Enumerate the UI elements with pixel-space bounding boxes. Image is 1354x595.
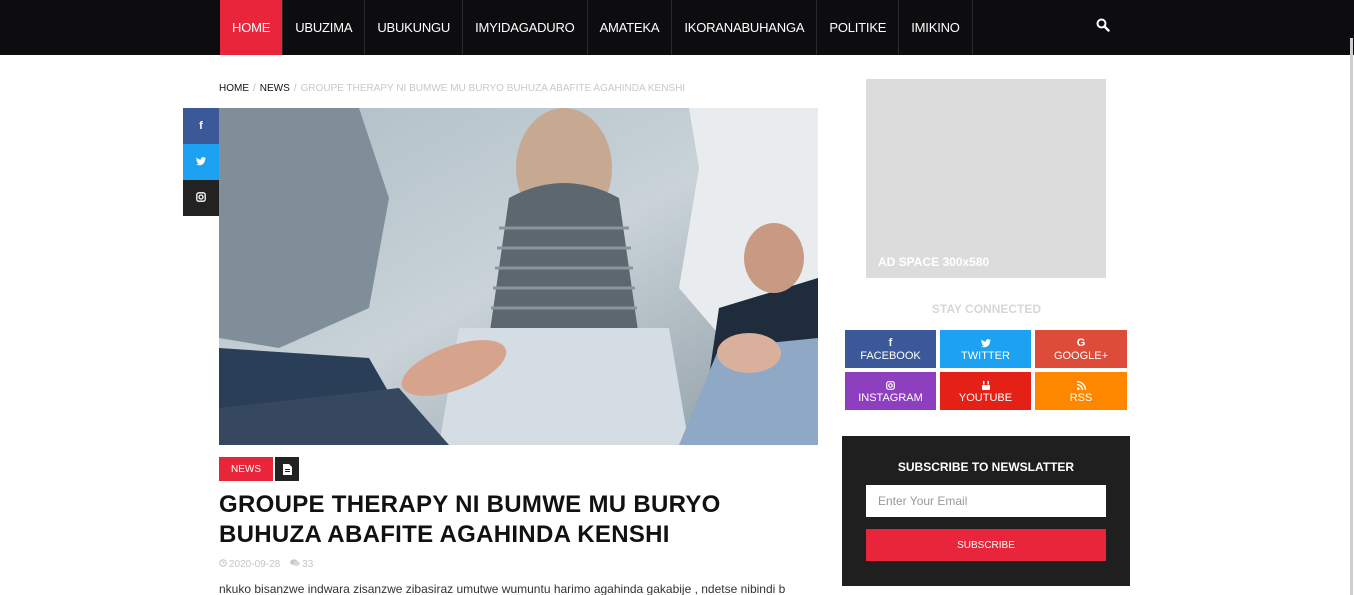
google-plus-icon: G [1076, 337, 1086, 349]
social-label: TWITTER [961, 349, 1010, 362]
social-google-plus-button[interactable]: G GOOGLE+ [1035, 330, 1127, 368]
nav-item-label: UBUKUNGU [377, 20, 451, 35]
nav-item-amateka[interactable]: AMATEKA [588, 0, 673, 55]
social-facebook-button[interactable]: f FACEBOOK [845, 330, 936, 368]
comments-icon [290, 559, 300, 570]
date-meta: 2020-09-28 [219, 559, 280, 570]
breadcrumb-current: GROUPE THERAPY NI BUMWE MU BURYO BUHUZA … [300, 83, 686, 94]
social-rss-button[interactable]: RSS [1035, 372, 1127, 410]
category-badge[interactable]: NEWS [219, 457, 273, 481]
ad-label: AD SPACE 300x580 [878, 255, 990, 269]
nav-item-label: IMYIDAGADURO [475, 20, 575, 35]
social-grid: f FACEBOOK TWITTER G GOOGLE+ INSTAGRAM Y… [845, 330, 1130, 410]
email-input[interactable] [866, 485, 1106, 517]
newsletter-box: SUBSCRIBE TO NEWSLATTER SUBSCRIBE [842, 436, 1130, 586]
twitter-icon [196, 153, 206, 171]
article-date: 2020-09-28 [229, 559, 281, 570]
document-icon[interactable] [275, 457, 299, 481]
article-meta: 2020-09-28 33 [219, 559, 313, 570]
facebook-icon: f [199, 120, 203, 132]
nav-item-ikoranabuhanga[interactable]: IKORANABUHANGA [672, 0, 818, 55]
share-twitter-button[interactable] [183, 144, 219, 180]
article-tags: NEWS [219, 457, 299, 481]
clock-icon [219, 559, 227, 570]
breadcrumb: HOME / NEWS / GROUPE THERAPY NI BUMWE MU… [219, 83, 685, 94]
comments-meta[interactable]: 33 [290, 559, 313, 570]
ad-space[interactable]: AD SPACE 300x580 [866, 79, 1106, 278]
nav-item-politike[interactable]: POLITIKE [817, 0, 900, 55]
breadcrumb-home[interactable]: HOME [219, 83, 249, 94]
top-navbar: HOME UBUZIMA UBUKUNGU IMYIDAGADURO AMATE… [0, 0, 1354, 55]
share-instagram-button[interactable] [183, 180, 219, 216]
social-label: RSS [1069, 391, 1093, 404]
breadcrumb-separator: / [293, 83, 297, 94]
nav-item-imikino[interactable]: IMIKINO [899, 0, 973, 55]
social-label: FACEBOOK [860, 349, 921, 362]
nav-item-label: IKORANABUHANGA [684, 20, 805, 35]
nav-item-home[interactable]: HOME [220, 0, 284, 55]
scrollbar[interactable] [1350, 38, 1353, 595]
nav-item-ubuzima[interactable]: UBUZIMA [283, 0, 366, 55]
main-menu: HOME UBUZIMA UBUKUNGU IMYIDAGADURO AMATE… [220, 0, 973, 55]
rss-icon [1076, 379, 1086, 392]
share-rail: f [183, 108, 219, 216]
nav-item-label: HOME [232, 20, 271, 35]
social-instagram-button[interactable]: INSTAGRAM [845, 372, 936, 410]
nav-item-label: UBUZIMA [295, 20, 353, 35]
nav-item-label: IMIKINO [911, 20, 960, 35]
twitter-icon [980, 337, 991, 350]
breadcrumb-news[interactable]: NEWS [260, 83, 290, 94]
youtube-icon [981, 379, 991, 392]
instagram-icon [886, 379, 895, 392]
breadcrumb-separator: / [253, 83, 256, 94]
nav-item-imyidagaduro[interactable]: IMYIDAGADURO [463, 0, 588, 55]
stay-connected-heading: STAY CONNECTED [931, 302, 1042, 316]
article-hero-image [219, 108, 818, 445]
facebook-icon: f [888, 337, 893, 349]
nav-item-label: POLITIKE [829, 20, 887, 35]
nav-item-ubukungu[interactable]: UBUKUNGU [365, 0, 464, 55]
share-facebook-button[interactable]: f [183, 108, 219, 144]
article-title: GROUPE THERAPY NI BUMWE MU BURYO BUHUZA … [219, 491, 721, 548]
search-icon[interactable] [1096, 18, 1116, 38]
social-label: GOOGLE+ [1053, 349, 1109, 362]
nav-item-label: AMATEKA [599, 20, 660, 35]
newsletter-title: SUBSCRIBE TO NEWSLATTER [897, 460, 1075, 474]
social-label: INSTAGRAM [858, 391, 923, 404]
instagram-icon [196, 189, 206, 207]
social-label: YOUTUBE [958, 391, 1013, 404]
subscribe-button[interactable]: SUBSCRIBE [866, 529, 1106, 561]
social-twitter-button[interactable]: TWITTER [940, 330, 1031, 368]
social-youtube-button[interactable]: YOUTUBE [940, 372, 1031, 410]
article-excerpt: nkuko bisanzwe indwara zisanzwe zibasira… [219, 582, 786, 595]
comment-count: 33 [302, 559, 314, 570]
